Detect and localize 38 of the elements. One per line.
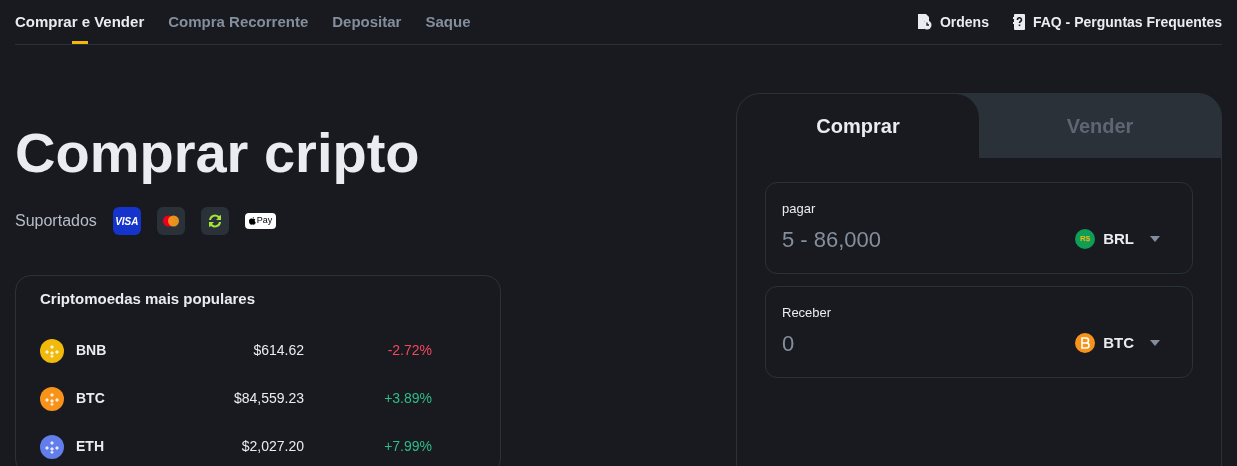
supported-label: Suportados [15, 211, 97, 231]
amount-input[interactable]: 0 [782, 326, 1076, 360]
orders-link[interactable]: Ordens [917, 11, 989, 33]
field-label: pagar [782, 200, 817, 218]
nav-tab[interactable]: Compra Recorrente [168, 0, 309, 44]
nav-tab[interactable]: Depositar [332, 0, 402, 44]
coin-symbol: ETH [76, 437, 105, 456]
faq-link[interactable]: FAQ - Perguntas Frequentes [1012, 11, 1222, 33]
currency-icon: R$ [1075, 229, 1096, 249]
price-change: -2.72% [386, 341, 432, 360]
nav-tab[interactable]: Comprar e Vender [15, 0, 145, 44]
clock-document-icon [917, 14, 932, 30]
amount-field[interactable]: Receber 0 BTC [765, 286, 1193, 378]
coin-row[interactable]: BTC $84,559.23 +3.89% [40, 374, 476, 423]
coin-price: $614.62 [252, 341, 304, 360]
currency-selector[interactable]: R$ BRL [1075, 227, 1160, 251]
field-label: Receber [782, 304, 833, 322]
coin-symbol: BNB [76, 341, 108, 360]
caret-icon [1150, 236, 1160, 242]
currency-selector[interactable]: BTC [1075, 331, 1160, 355]
coin-price: $84,559.23 [232, 389, 304, 408]
amount-input[interactable]: 5 - 86,000 [782, 222, 1076, 256]
amount-field[interactable]: pagar 5 - 86,000 R$ BRL [765, 182, 1193, 274]
coin-row[interactable]: ETH $2,027.20 +7.99% [40, 422, 476, 466]
help-icon [1012, 14, 1025, 30]
refresh-icon [200, 207, 229, 235]
price-change: +3.89% [383, 389, 432, 408]
coin-price: $2,027.20 [240, 437, 304, 456]
nav-tab[interactable]: Saque [425, 0, 471, 44]
trade-tab[interactable]: Comprar [737, 94, 979, 158]
coin-symbol: BTC [76, 389, 106, 408]
apple-pay-icon: Pay [244, 213, 277, 229]
card-title: Criptomoedas mais populares [40, 289, 257, 309]
caret-icon [1150, 340, 1160, 346]
price-change: +7.99% [383, 437, 432, 456]
coin-row[interactable]: BNB $614.62 -2.72% [40, 326, 476, 375]
mastercard-icon [156, 207, 185, 235]
visa-card-icon: VISA [112, 207, 141, 235]
